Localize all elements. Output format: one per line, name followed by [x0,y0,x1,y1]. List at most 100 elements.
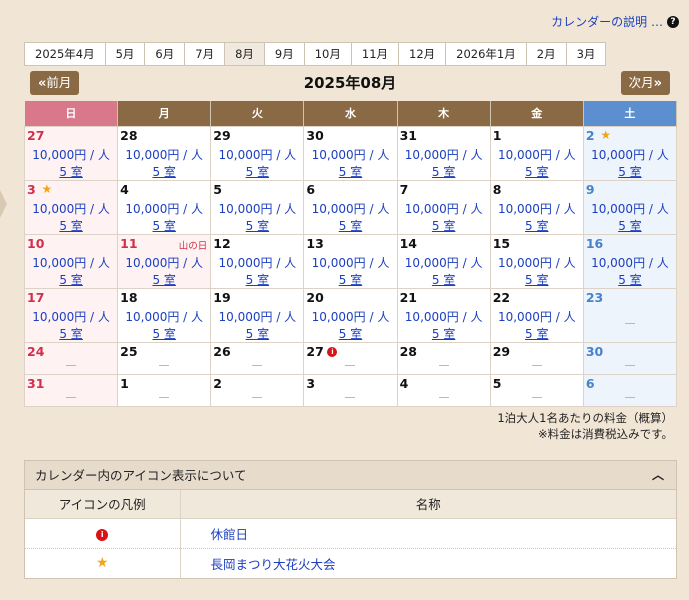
rooms-available[interactable]: 5 室 [398,271,490,288]
price-link[interactable]: 10,000円 / 人 [584,200,676,217]
price-link[interactable]: 10,000円 / 人 [491,146,583,163]
rooms-link[interactable]: 5 室 [152,165,175,179]
calendar-day-cell[interactable]: 25 [117,341,212,375]
legend-name[interactable]: 休館日 [180,518,676,549]
rooms-link[interactable]: 5 室 [59,165,82,179]
rooms-available[interactable]: 5 室 [398,217,490,234]
calendar-day-cell[interactable]: 28 10,000円 / 人 5 室 [117,125,212,181]
price-link[interactable]: 10,000円 / 人 [398,308,490,325]
calendar-day-cell[interactable]: 29 [489,341,584,375]
calendar-day-cell[interactable]: 30 [582,341,678,375]
rooms-link[interactable]: 5 室 [339,165,362,179]
calendar-day-cell[interactable]: 4 10,000円 / 人 5 室 [117,179,212,235]
rooms-link[interactable]: 5 室 [525,273,548,287]
next-month-button[interactable]: 次月» [620,71,670,95]
rooms-link[interactable]: 5 室 [618,273,641,287]
rooms-link[interactable]: 5 室 [618,219,641,233]
calendar-day-cell[interactable]: 3 ★ 10,000円 / 人 5 室 [23,179,119,235]
price-link[interactable]: 10,000円 / 人 [584,254,676,271]
calendar-day-cell[interactable]: 1 [117,373,212,407]
rooms-available[interactable]: 5 室 [398,163,490,180]
calendar-day-cell[interactable]: 17 10,000円 / 人 5 室 [23,287,119,343]
calendar-day-cell[interactable]: 19 10,000円 / 人 5 室 [210,287,305,343]
month-tab[interactable]: 8月 [225,42,265,66]
rooms-available[interactable]: 5 室 [118,271,210,288]
side-panel-handle[interactable] [0,190,7,218]
price-link[interactable]: 10,000円 / 人 [25,308,117,325]
rooms-available[interactable]: 5 室 [491,325,583,342]
price-link[interactable]: 10,000円 / 人 [211,254,303,271]
month-tab[interactable]: 2026年1月 [446,42,527,66]
calendar-day-cell[interactable]: 29 10,000円 / 人 5 室 [210,125,305,181]
price-link[interactable]: 10,000円 / 人 [211,308,303,325]
rooms-link[interactable]: 5 室 [152,327,175,341]
price-link[interactable]: 10,000円 / 人 [491,254,583,271]
rooms-available[interactable]: 5 室 [584,271,676,288]
month-tab[interactable]: 3月 [566,42,607,66]
rooms-available[interactable]: 5 室 [491,163,583,180]
calendar-day-cell[interactable]: 24 [23,341,119,375]
calendar-day-cell[interactable]: 12 10,000円 / 人 5 室 [210,233,305,289]
rooms-link[interactable]: 5 室 [432,219,455,233]
rooms-available[interactable]: 5 室 [211,325,303,342]
rooms-link[interactable]: 5 室 [432,273,455,287]
help-question-icon[interactable]: ? [667,15,679,28]
price-link[interactable]: 10,000円 / 人 [25,146,117,163]
collapse-chevron-up-icon[interactable]: ︿ [652,461,664,490]
price-link[interactable]: 10,000円 / 人 [304,254,396,271]
rooms-link[interactable]: 5 室 [618,165,641,179]
rooms-link[interactable]: 5 室 [339,219,362,233]
rooms-available[interactable]: 5 室 [491,271,583,288]
rooms-link[interactable]: 5 室 [339,327,362,341]
price-link[interactable]: 10,000円 / 人 [304,146,396,163]
price-link[interactable]: 10,000円 / 人 [211,200,303,217]
rooms-available[interactable]: 5 室 [118,217,210,234]
calendar-day-cell[interactable]: 18 10,000円 / 人 5 室 [117,287,212,343]
calendar-day-cell[interactable]: 23 [582,287,678,343]
calendar-day-cell[interactable]: 8 10,000円 / 人 5 室 [489,179,584,235]
calendar-day-cell[interactable]: 27 10,000円 / 人 5 室 [23,125,119,181]
price-link[interactable]: 10,000円 / 人 [118,254,210,271]
rooms-link[interactable]: 5 室 [432,327,455,341]
rooms-link[interactable]: 5 室 [525,327,548,341]
calendar-day-cell[interactable]: 20 10,000円 / 人 5 室 [303,287,398,343]
calendar-day-cell[interactable]: 3 [303,373,398,407]
rooms-available[interactable]: 5 室 [25,163,117,180]
month-tab[interactable]: 9月 [264,42,305,66]
month-tab[interactable]: 2025年4月 [24,42,106,66]
calendar-day-cell[interactable]: 28 [396,341,491,375]
calendar-day-cell[interactable]: 4 [396,373,491,407]
rooms-available[interactable]: 5 室 [211,163,303,180]
rooms-available[interactable]: 5 室 [584,217,676,234]
calendar-help-link[interactable]: カレンダーの説明 … ? [551,13,679,30]
month-tab[interactable]: 6月 [145,42,186,66]
calendar-day-cell[interactable]: 1 10,000円 / 人 5 室 [489,125,584,181]
calendar-day-cell[interactable]: 5 [489,373,584,407]
calendar-day-cell[interactable]: 5 10,000円 / 人 5 室 [210,179,305,235]
calendar-day-cell[interactable]: 27 i [303,341,398,375]
rooms-link[interactable]: 5 室 [246,273,269,287]
rooms-link[interactable]: 5 室 [525,165,548,179]
month-tab[interactable]: 11月 [351,42,400,66]
rooms-link[interactable]: 5 室 [152,219,175,233]
rooms-available[interactable]: 5 室 [211,217,303,234]
price-link[interactable]: 10,000円 / 人 [491,308,583,325]
calendar-day-cell[interactable]: 30 10,000円 / 人 5 室 [303,125,398,181]
calendar-day-cell[interactable]: 10 10,000円 / 人 5 室 [23,233,119,289]
price-link[interactable]: 10,000円 / 人 [304,308,396,325]
calendar-day-cell[interactable]: 22 10,000円 / 人 5 室 [489,287,584,343]
calendar-day-cell[interactable]: 6 10,000円 / 人 5 室 [303,179,398,235]
month-tab[interactable]: 2月 [526,42,567,66]
rooms-available[interactable]: 5 室 [25,217,117,234]
rooms-available[interactable]: 5 室 [304,271,396,288]
calendar-day-cell[interactable]: 31 10,000円 / 人 5 室 [396,125,491,181]
rooms-available[interactable]: 5 室 [304,163,396,180]
price-link[interactable]: 10,000円 / 人 [118,200,210,217]
price-link[interactable]: 10,000円 / 人 [25,254,117,271]
calendar-day-cell[interactable]: 9 10,000円 / 人 5 室 [582,179,678,235]
month-tab[interactable]: 10月 [304,42,352,66]
calendar-day-cell[interactable]: 7 10,000円 / 人 5 室 [396,179,491,235]
calendar-day-cell[interactable]: 2 [210,373,305,407]
calendar-day-cell[interactable]: 11 山の日 10,000円 / 人 5 室 [117,233,212,289]
calendar-day-cell[interactable]: 26 [210,341,305,375]
